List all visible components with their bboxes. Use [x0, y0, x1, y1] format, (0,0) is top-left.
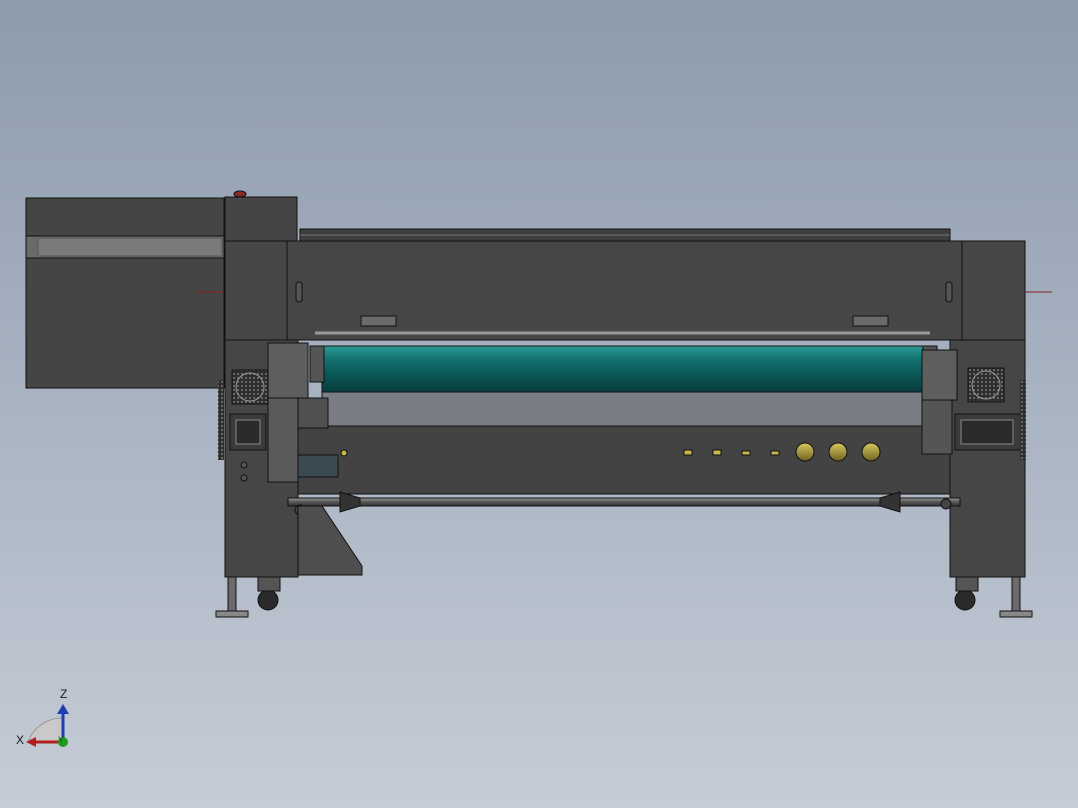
right-caster-icon	[954, 589, 976, 611]
left-support-plate	[297, 505, 363, 576]
indicator-4	[770, 450, 780, 456]
triad-z-label: Z	[60, 687, 68, 701]
right-carriage-bracket[interactable]	[921, 349, 958, 455]
left-core-chuck[interactable]	[339, 491, 361, 513]
right-fan-grille	[967, 367, 1005, 403]
cad-viewport[interactable]	[0, 0, 1078, 808]
emergency-stop-button[interactable]	[233, 190, 247, 198]
indicator-2	[712, 449, 722, 456]
ink-cabinet[interactable]	[25, 197, 225, 389]
platen	[297, 391, 951, 495]
triad-arc-icon	[27, 717, 63, 743]
left-foot	[215, 576, 281, 618]
control-knob-2[interactable]	[828, 442, 848, 462]
right-foot	[954, 576, 1033, 618]
left-caster-icon	[257, 589, 279, 611]
print-roller[interactable]	[309, 345, 938, 393]
z-axis-arrow-icon	[57, 704, 69, 714]
printer-model[interactable]	[25, 190, 1052, 618]
control-box[interactable]	[224, 190, 298, 242]
triad-y-label: Y	[58, 735, 65, 745]
control-knob-1[interactable]	[795, 442, 815, 462]
right-core-chuck[interactable]	[879, 491, 901, 513]
triad-x-label: X	[16, 733, 25, 747]
control-knob-3[interactable]	[861, 442, 881, 462]
media-rod[interactable]	[287, 491, 961, 516]
right-tower	[949, 240, 1052, 578]
indicator-3	[741, 450, 751, 456]
left-fan-grille	[231, 369, 269, 405]
indicator-1	[683, 449, 693, 456]
upper-housing	[286, 228, 963, 341]
